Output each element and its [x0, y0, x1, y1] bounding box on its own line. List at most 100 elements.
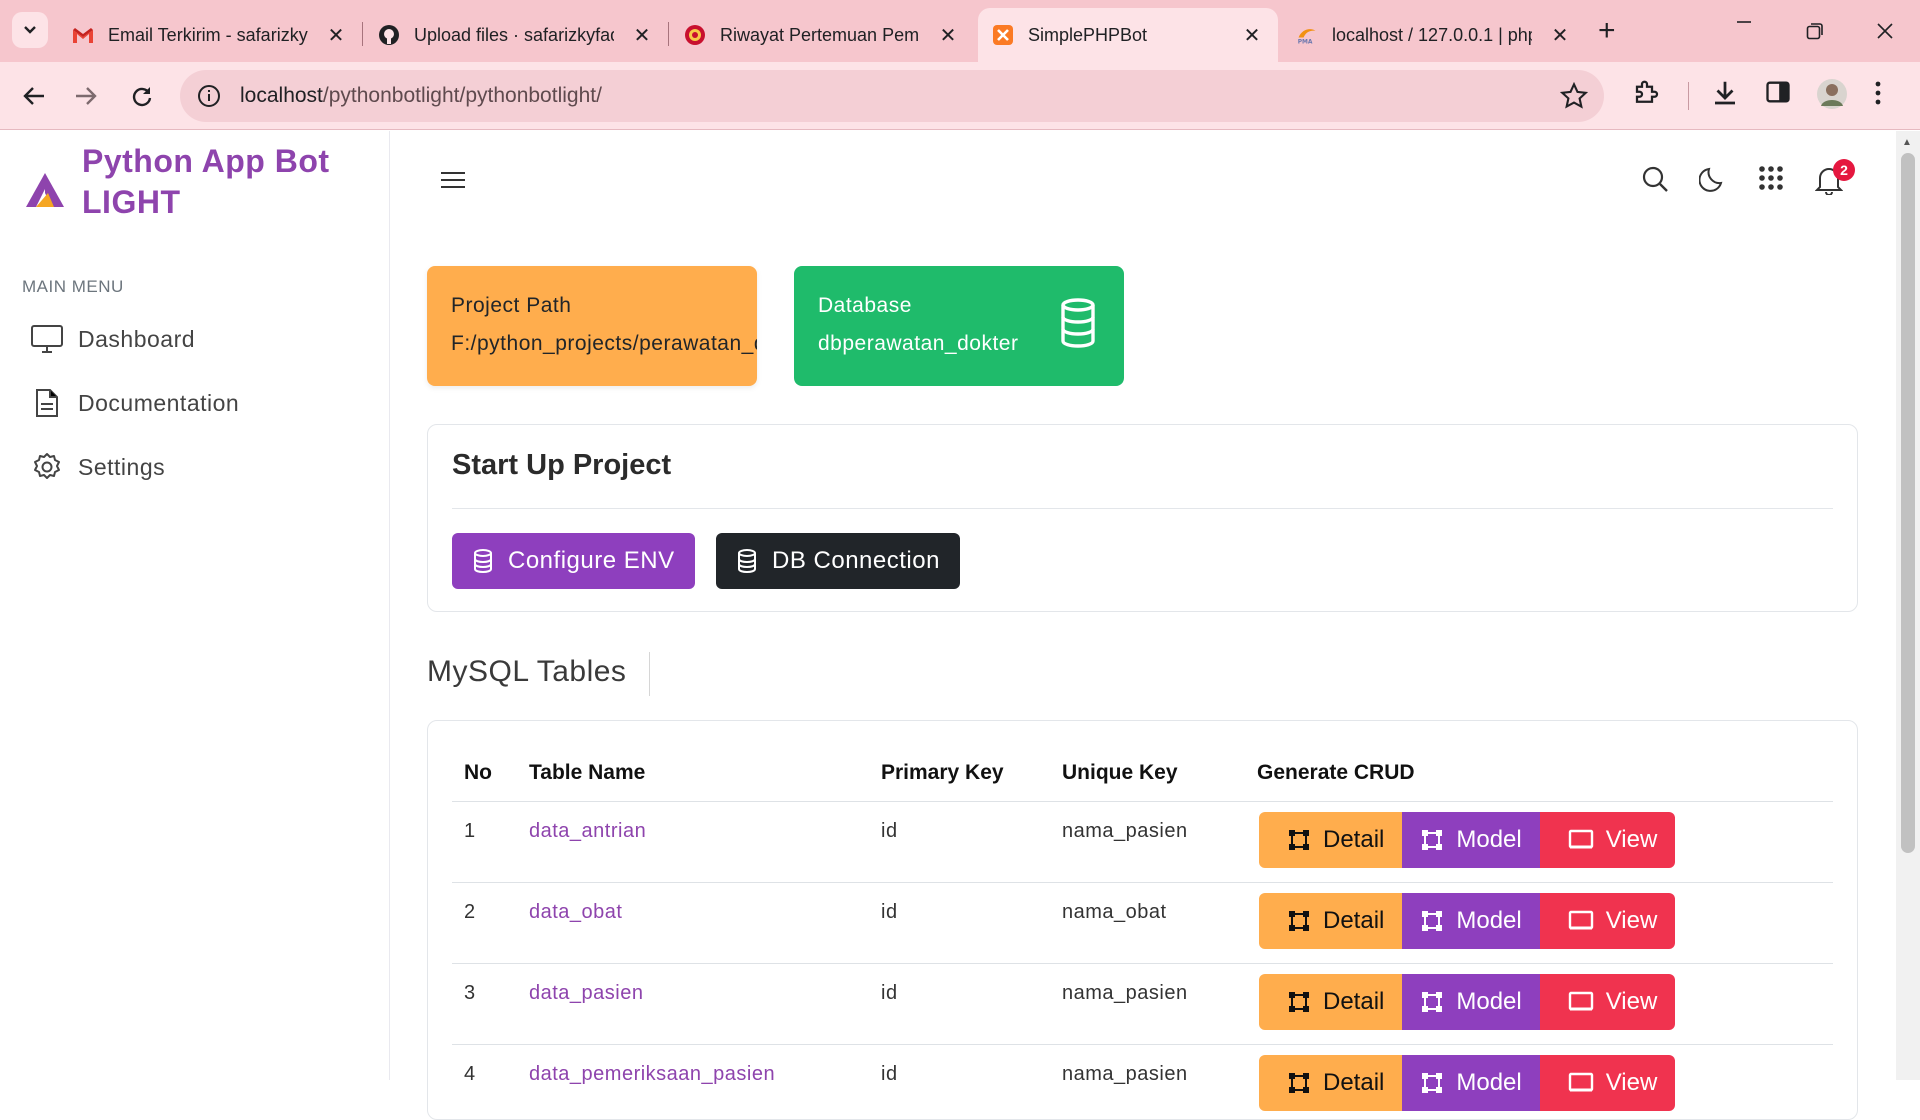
table-row: 4 data_pemeriksaan_pasien id nama_pasien… — [428, 1045, 1857, 1119]
brand-title: Python App Bot — [82, 143, 330, 179]
unique-key: nama_pasien — [1062, 982, 1188, 1004]
table-name-link[interactable]: data_obat — [529, 901, 622, 924]
brand-subtitle: LIGHT — [82, 184, 181, 220]
generate-view-button[interactable]: View — [1539, 893, 1676, 949]
dark-mode-toggle[interactable] — [1698, 165, 1727, 198]
main-content: 2 Project Path F:/python_projects/perawa… — [391, 131, 1896, 1120]
column-header: Unique Key — [1062, 761, 1178, 784]
minimize-icon — [1737, 21, 1751, 23]
close-icon[interactable]: ✕ — [324, 23, 348, 48]
close-icon[interactable]: ✕ — [1548, 23, 1572, 48]
close-icon[interactable]: ✕ — [1240, 23, 1264, 48]
sidebar-item-settings[interactable]: Settings — [30, 450, 165, 484]
generate-detail-button[interactable]: Detail — [1259, 974, 1403, 1030]
github-icon — [378, 24, 400, 46]
browser-tab[interactable]: Upload files · safarizkyfad ✕ — [364, 8, 668, 62]
mysql-tables-title: MySQL Tables — [427, 655, 627, 688]
mysql-tables-card: No Table Name Primary Key Unique Key Gen… — [427, 720, 1858, 1120]
restore-button[interactable] — [1806, 20, 1824, 46]
window-icon — [1568, 829, 1594, 851]
configure-env-button[interactable]: Configure ENV — [452, 533, 695, 589]
db-connection-button[interactable]: DB Connection — [716, 533, 960, 589]
detail-label: Detail — [1323, 1069, 1385, 1096]
generate-view-button[interactable]: View — [1539, 974, 1676, 1030]
xampp-icon — [992, 24, 1014, 46]
browser-tab[interactable]: PMA localhost / 127.0.0.1 | php ✕ — [1282, 8, 1586, 62]
model-label: Model — [1456, 1069, 1522, 1096]
monitor-icon — [30, 322, 64, 356]
startup-title: Start Up Project — [452, 449, 672, 481]
primary-key: id — [881, 901, 898, 923]
site-icon — [684, 24, 706, 46]
generate-model-button[interactable]: Model — [1402, 974, 1540, 1030]
download-icon — [1715, 81, 1735, 105]
search-button[interactable] — [1641, 165, 1669, 198]
minimize-button[interactable] — [1736, 12, 1752, 38]
url-host: localhost — [240, 84, 323, 107]
generate-model-button[interactable]: Model — [1402, 812, 1540, 868]
sidebar-item-dashboard[interactable]: Dashboard — [30, 322, 195, 356]
address-bar[interactable]: localhost/pythonbotlight/pythonbotlight/ — [180, 70, 1604, 122]
hamburger-icon — [441, 172, 465, 188]
side-panel-button[interactable] — [1764, 78, 1792, 111]
primary-key: id — [881, 1063, 898, 1085]
back-button[interactable] — [16, 78, 52, 114]
extensions-button[interactable] — [1632, 78, 1662, 113]
browser-tab-active[interactable]: SimplePHPBot ✕ — [978, 8, 1278, 62]
forward-button[interactable] — [68, 78, 104, 114]
sidebar-item-documentation[interactable]: Documentation — [30, 386, 239, 420]
apps-button[interactable] — [1758, 165, 1784, 196]
grid-icon — [1759, 166, 1783, 190]
brand-logo-icon — [26, 173, 64, 207]
crud-button-group: Detail Model View — [1259, 893, 1676, 949]
scroll-up-arrow[interactable]: ▲ — [1902, 137, 1912, 148]
site-info-icon[interactable] — [196, 83, 222, 115]
generate-detail-button[interactable]: Detail — [1259, 812, 1403, 868]
close-icon[interactable]: ✕ — [936, 23, 960, 48]
new-tab-button[interactable]: + — [1598, 14, 1616, 48]
side-panel-icon — [1766, 81, 1790, 103]
tab-search-button[interactable] — [12, 12, 48, 48]
view-label: View — [1605, 826, 1658, 853]
browser-tab[interactable]: Riwayat Pertemuan Pemr ✕ — [670, 8, 974, 62]
reload-button[interactable] — [124, 78, 160, 114]
column-header: Primary Key — [881, 761, 1004, 784]
table-name-link[interactable]: data_pemeriksaan_pasien — [529, 1063, 775, 1086]
close-icon — [1877, 23, 1893, 39]
arrow-right-icon — [76, 87, 97, 105]
table-name-link[interactable]: data_pasien — [529, 982, 643, 1005]
scrollbar-thumb[interactable] — [1901, 153, 1915, 853]
svg-text:PMA: PMA — [1298, 39, 1313, 45]
vector-square-icon — [1420, 909, 1444, 933]
page-scrollbar[interactable]: ▲ — [1896, 131, 1920, 1080]
close-window-button[interactable] — [1876, 20, 1894, 46]
generate-detail-button[interactable]: Detail — [1259, 1055, 1403, 1111]
generate-model-button[interactable]: Model — [1402, 1055, 1540, 1111]
browser-menu-button[interactable] — [1872, 78, 1884, 113]
tab-title: SimplePHPBot — [1028, 24, 1148, 45]
detail-label: Detail — [1323, 826, 1385, 853]
vector-square-icon — [1287, 1071, 1311, 1095]
bookmark-star-icon[interactable] — [1559, 81, 1589, 116]
downloads-button[interactable] — [1710, 78, 1740, 113]
generate-model-button[interactable]: Model — [1402, 893, 1540, 949]
close-icon[interactable]: ✕ — [630, 23, 654, 48]
browser-tab[interactable]: Email Terkirim - safarizkyf ✕ — [58, 8, 362, 62]
sidebar-item-label: Documentation — [78, 389, 240, 416]
brand[interactable]: Python App Bot LIGHT — [22, 141, 330, 223]
gmail-icon — [72, 24, 94, 46]
profile-button[interactable] — [1816, 78, 1848, 115]
generate-view-button[interactable]: View — [1539, 1055, 1676, 1111]
hamburger-menu-button[interactable] — [439, 169, 467, 196]
sidebar: Python App Bot LIGHT MAIN MENU Dashboard… — [0, 131, 390, 1080]
database-value: dbperawatan_dokter — [818, 332, 1019, 355]
table-name-link[interactable]: data_antrian — [529, 820, 646, 843]
generate-detail-button[interactable]: Detail — [1259, 893, 1403, 949]
vector-square-icon — [1420, 990, 1444, 1014]
tab-title: localhost / 127.0.0.1 | php — [1332, 24, 1532, 45]
table-row: 2 data_obat id nama_obat Detail Model Vi… — [428, 883, 1857, 964]
browser-tab-bar: Email Terkirim - safarizkyf ✕ Upload fil… — [0, 0, 1920, 62]
column-header: Generate CRUD — [1257, 761, 1415, 784]
vector-square-icon — [1420, 1071, 1444, 1095]
generate-view-button[interactable]: View — [1539, 812, 1676, 868]
